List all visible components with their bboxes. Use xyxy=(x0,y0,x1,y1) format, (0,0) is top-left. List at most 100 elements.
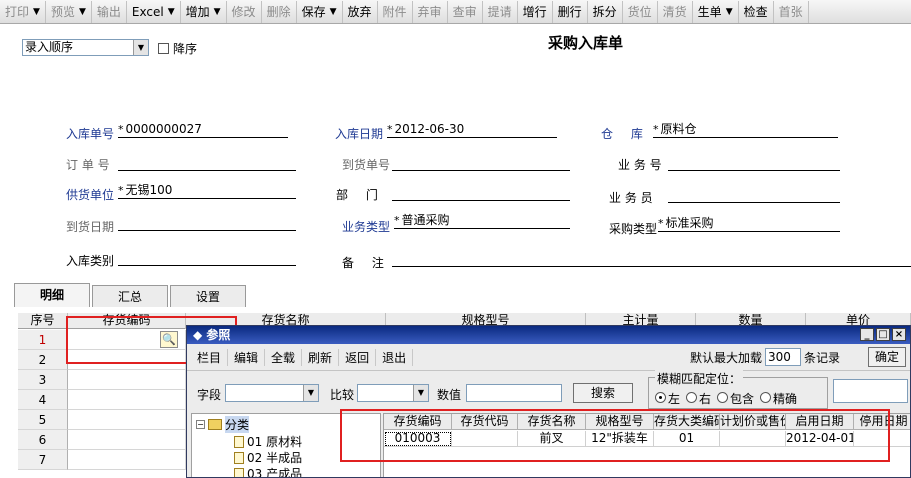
arrival-date-field[interactable] xyxy=(118,215,296,231)
tab-detail[interactable]: 明细 xyxy=(14,283,90,307)
toolbar-button-11[interactable]: 查审 xyxy=(448,0,483,23)
chevron-down-icon[interactable]: ▼ xyxy=(133,40,148,55)
row-code-cell[interactable] xyxy=(68,410,186,430)
toolbar-button-1[interactable]: 预览 ▼ xyxy=(46,0,92,23)
toolbar-button-2[interactable]: 输出 xyxy=(92,0,127,23)
dialog-back-button[interactable]: 返回 xyxy=(339,348,377,366)
minimize-icon[interactable]: _ xyxy=(860,328,874,341)
toolbar-button-19[interactable]: 检查 xyxy=(739,0,774,23)
arrival-no-field[interactable] xyxy=(392,155,570,171)
tree-item-raw[interactable]: 01 原材料 xyxy=(234,433,302,450)
value-input[interactable] xyxy=(466,384,562,402)
chevron-down-icon[interactable]: ▼ xyxy=(330,1,337,23)
filter-row: 字段 ▼ 比较 ▼ 数值 搜索 模糊匹配定位： 左 右 包含 精确 xyxy=(187,370,910,410)
fuzzy-input[interactable] xyxy=(833,379,908,403)
row-number[interactable]: 5 xyxy=(18,410,68,430)
toolbar-button-12[interactable]: 提请 xyxy=(483,0,518,23)
chevron-down-icon[interactable]: ▼ xyxy=(33,1,40,23)
dialog-loadall-button[interactable]: 全载 xyxy=(265,348,303,366)
descending-checkbox[interactable]: 降序 xyxy=(158,40,197,57)
tree-item-semi[interactable]: 02 半成品 xyxy=(234,449,302,466)
radio-off-icon[interactable] xyxy=(686,392,698,403)
purchase-type-field[interactable]: * 标准采购 xyxy=(658,216,840,232)
toolbar-button-3[interactable]: Excel ▼ xyxy=(127,0,181,23)
row-number[interactable]: 2 xyxy=(18,350,68,370)
order-select-value: 录入顺序 xyxy=(25,40,74,54)
salesman-field[interactable] xyxy=(668,187,840,203)
toolbar-button-5[interactable]: 修改 xyxy=(227,0,262,23)
supplier-field[interactable]: * 无锡100 xyxy=(118,183,296,199)
chevron-down-icon[interactable]: ▼ xyxy=(168,1,175,23)
radio-exact[interactable]: 精确 xyxy=(760,390,797,407)
toolbar-button-7[interactable]: 保存 ▼ xyxy=(297,0,343,23)
toolbar-button-15[interactable]: 拆分 xyxy=(588,0,623,23)
toolbar-button-4[interactable]: 增加 ▼ xyxy=(181,0,227,23)
inbound-date-field[interactable]: * 2012-06-30 xyxy=(387,122,557,138)
dialog-exit-button[interactable]: 退出 xyxy=(376,348,414,366)
radio-contains[interactable]: 包含 xyxy=(717,390,754,407)
remark-label: 备 注 xyxy=(342,256,384,270)
toolbar-button-label: 检查 xyxy=(743,4,768,19)
toolbar-button-9[interactable]: 附件 xyxy=(378,0,413,23)
field-select[interactable]: ▼ xyxy=(225,384,319,402)
toolbar-button-18[interactable]: 生单 ▼ xyxy=(693,0,739,23)
warehouse-label: 仓 库 xyxy=(601,127,643,141)
chevron-down-icon[interactable]: ▼ xyxy=(214,1,221,23)
radio-off-icon[interactable] xyxy=(760,392,772,403)
row-code-cell[interactable] xyxy=(68,390,186,410)
toolbar-button-20[interactable]: 首张 xyxy=(774,0,809,23)
tab-summary[interactable]: 汇总 xyxy=(92,285,168,307)
toolbar-button-16[interactable]: 货位 xyxy=(623,0,658,23)
col-seq[interactable]: 序号 xyxy=(18,313,68,329)
ok-button[interactable]: 确定 xyxy=(868,347,906,367)
toolbar-button-14[interactable]: 删行 xyxy=(553,0,588,23)
row-code-cell[interactable] xyxy=(68,370,186,390)
dialog-columns-button[interactable]: 栏目 xyxy=(191,348,229,366)
inbound-category-field[interactable] xyxy=(118,250,296,266)
row-number[interactable]: 4 xyxy=(18,390,68,410)
close-icon[interactable]: × xyxy=(892,328,906,341)
order-select[interactable]: 录入顺序 ▼ xyxy=(22,39,149,56)
toolbar-button-13[interactable]: 增行 xyxy=(518,0,553,23)
chevron-down-icon[interactable]: ▼ xyxy=(303,385,318,401)
toolbar-button-6[interactable]: 删除 xyxy=(262,0,297,23)
dialog-edit-button[interactable]: 编辑 xyxy=(228,348,266,366)
chevron-down-icon[interactable]: ▼ xyxy=(413,385,428,401)
inbound-no-field[interactable]: * 0000000027 xyxy=(118,122,288,138)
toolbar-button-8[interactable]: 放弃 xyxy=(343,0,378,23)
toolbar-button-17[interactable]: 清货 xyxy=(658,0,693,23)
chevron-down-icon[interactable]: ▼ xyxy=(79,1,86,23)
dialog-refresh-button[interactable]: 刷新 xyxy=(302,348,340,366)
chevron-down-icon[interactable]: ▼ xyxy=(726,1,733,23)
row-code-cell[interactable] xyxy=(68,450,186,470)
radio-left[interactable]: 左 xyxy=(655,390,680,407)
tree-item-finished[interactable]: 03 产成品 xyxy=(234,465,302,477)
checkbox-icon[interactable] xyxy=(158,43,169,54)
biz-no-field[interactable] xyxy=(668,155,840,171)
maximize-icon[interactable]: □ xyxy=(876,328,890,341)
radio-right[interactable]: 右 xyxy=(686,390,711,407)
tab-settings[interactable]: 设置 xyxy=(170,285,246,307)
tree-root[interactable]: − 分类 xyxy=(196,416,250,433)
inbound-no-value: 0000000027 xyxy=(125,122,202,136)
toolbar-button-0[interactable]: 打印 ▼ xyxy=(0,0,46,23)
toolbar-button-label: 删除 xyxy=(266,4,291,19)
toolbar-button-10[interactable]: 弃审 xyxy=(413,0,448,23)
row-number[interactable]: 7 xyxy=(18,450,68,470)
search-button[interactable]: 搜索 xyxy=(573,383,633,403)
dept-field[interactable] xyxy=(392,185,570,201)
max-load-input[interactable]: 300 xyxy=(764,348,801,366)
remark-field[interactable] xyxy=(392,251,911,267)
warehouse-field[interactable]: * 原料仓 xyxy=(653,122,838,138)
inbound-date-value: 2012-06-30 xyxy=(394,122,465,136)
compare-select[interactable]: ▼ xyxy=(357,384,429,402)
radio-on-icon[interactable] xyxy=(655,392,666,403)
order-no-field[interactable] xyxy=(118,155,296,171)
biz-type-field[interactable]: * 普通采购 xyxy=(394,213,570,229)
row-number[interactable]: 3 xyxy=(18,370,68,390)
collapse-icon[interactable]: − xyxy=(196,420,205,429)
row-number[interactable]: 1 xyxy=(18,330,68,350)
row-number[interactable]: 6 xyxy=(18,430,68,450)
row-code-cell[interactable] xyxy=(68,430,186,450)
radio-off-icon[interactable] xyxy=(717,392,729,403)
